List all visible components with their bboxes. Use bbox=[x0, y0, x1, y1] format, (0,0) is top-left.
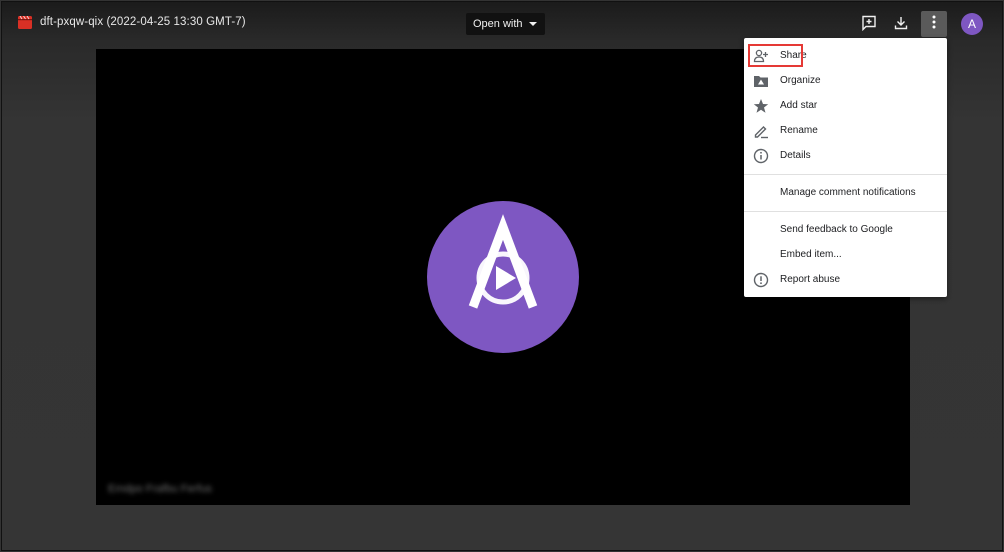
open-with-label: Open with bbox=[473, 18, 523, 30]
menu-item-label: Report abuse bbox=[780, 274, 841, 285]
vertical-dots-icon bbox=[932, 15, 936, 34]
menu-item-label: Add star bbox=[780, 100, 818, 111]
account-avatar[interactable]: A bbox=[961, 13, 983, 35]
menu-item-label: Share bbox=[780, 50, 807, 61]
menu-item-label: Details bbox=[780, 150, 811, 161]
drive-video-preview: dft-pxqw-qix (2022-04-25 13:30 GMT-7) Op… bbox=[1, 1, 1003, 551]
more-actions-button[interactable] bbox=[921, 11, 947, 37]
folder-move-icon bbox=[752, 72, 770, 90]
menu-divider bbox=[744, 174, 947, 175]
menu-item-organize[interactable]: Organize bbox=[744, 69, 947, 94]
pencil-icon bbox=[752, 122, 770, 140]
alert-icon bbox=[752, 271, 770, 289]
download-icon[interactable] bbox=[891, 13, 911, 33]
play-button[interactable] bbox=[427, 201, 579, 353]
video-file-icon bbox=[18, 15, 32, 29]
menu-item-manage-comment-notifications[interactable]: Manage comment notifications bbox=[744, 181, 947, 206]
menu-item-rename[interactable]: Rename bbox=[744, 119, 947, 144]
video-caption: Emdpo Frafbu Ferfus bbox=[108, 483, 212, 495]
caret-down-icon bbox=[528, 22, 537, 26]
menu-item-embed-item[interactable]: Embed item... bbox=[744, 243, 947, 268]
star-icon bbox=[752, 97, 770, 115]
file-title: dft-pxqw-qix (2022-04-25 13:30 GMT-7) bbox=[40, 16, 246, 28]
menu-item-share[interactable]: Share bbox=[744, 44, 947, 69]
info-icon bbox=[752, 147, 770, 165]
menu-item-label: Send feedback to Google bbox=[780, 224, 893, 235]
menu-item-label: Manage comment notifications bbox=[780, 187, 916, 198]
open-with-button[interactable]: Open with bbox=[466, 13, 545, 35]
menu-item-details[interactable]: Details bbox=[744, 144, 947, 169]
menu-item-report-abuse[interactable]: Report abuse bbox=[744, 268, 947, 293]
more-actions-menu: Share Organize Add star Rename Details M… bbox=[744, 38, 947, 297]
add-comment-icon[interactable] bbox=[859, 13, 879, 33]
menu-item-label: Organize bbox=[780, 75, 821, 86]
menu-item-label: Embed item... bbox=[780, 249, 842, 260]
menu-item-add-star[interactable]: Add star bbox=[744, 94, 947, 119]
menu-item-label: Rename bbox=[780, 125, 818, 136]
menu-item-send-feedback[interactable]: Send feedback to Google bbox=[744, 218, 947, 243]
menu-divider bbox=[744, 211, 947, 212]
add-person-icon bbox=[752, 47, 770, 65]
